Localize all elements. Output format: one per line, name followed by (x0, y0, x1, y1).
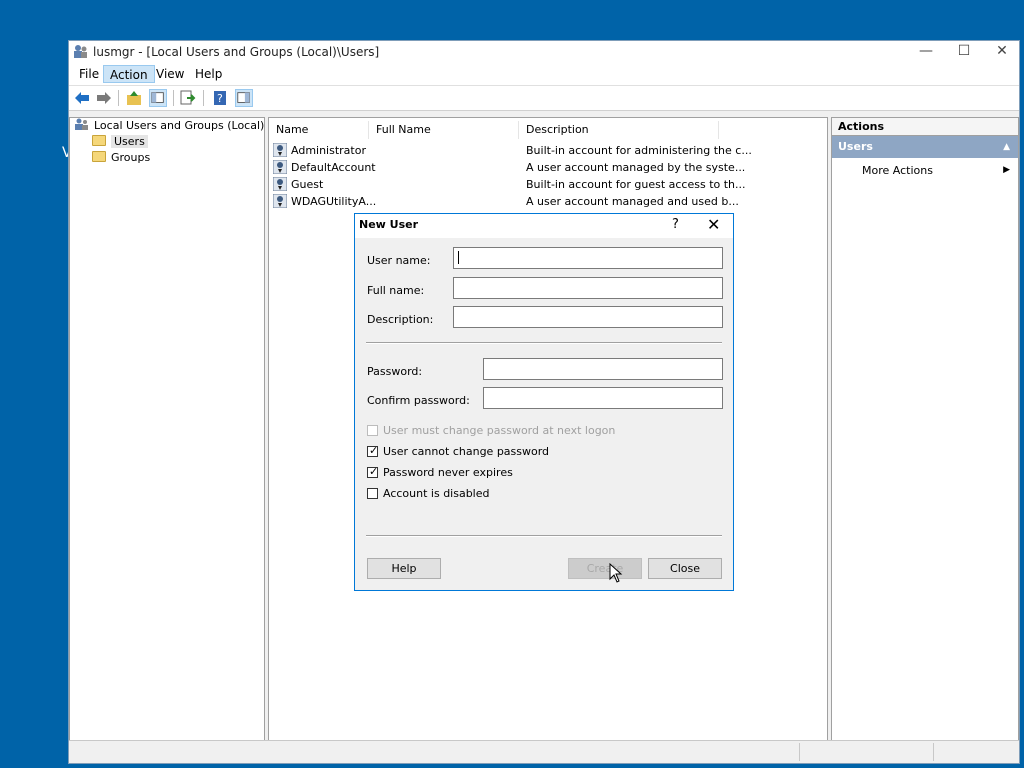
dialog-help-icon[interactable]: ? (672, 217, 679, 232)
column-header-description[interactable]: Description (519, 121, 719, 139)
user-name-label: User name: (367, 254, 431, 267)
show-hide-tree-icon[interactable] (149, 89, 167, 107)
window-title: lusmgr - [Local Users and Groups (Local)… (93, 45, 380, 59)
cell-description: A user account managed by the syste... (526, 161, 746, 174)
dialog-title: New User (359, 218, 419, 231)
dialog-title-bar: New User ? ✕ (355, 214, 733, 238)
checkbox-box[interactable]: ✓ (367, 444, 379, 457)
tree-item-groups[interactable]: Groups (92, 150, 150, 166)
password-input[interactable] (483, 358, 723, 380)
menu-bar: File Action View Help (69, 63, 1019, 86)
submenu-arrow-icon: ▶ (1003, 165, 1010, 175)
help-book-icon[interactable]: ? (211, 89, 229, 107)
cell-name: Guest (291, 178, 324, 191)
more-actions-label: More Actions (862, 164, 933, 177)
user-account-icon (273, 194, 287, 208)
column-header-full-name[interactable]: Full Name (369, 121, 519, 139)
actions-pane: Actions Users ▲ More Actions ▶ (831, 117, 1019, 741)
checkmark-icon: ✓ (369, 444, 379, 457)
more-actions-item[interactable]: More Actions (862, 162, 933, 180)
checkbox-cannot-change-password[interactable]: ✓ User cannot change password (367, 445, 549, 461)
toolbar-separator (203, 90, 204, 106)
checkbox-label: User must change password at next logon (383, 424, 616, 437)
checkbox-label: Account is disabled (383, 487, 490, 500)
tree-item-users-label: Users (111, 135, 148, 148)
collapse-up-icon[interactable]: ▲ (1003, 136, 1010, 158)
close-button[interactable]: Close (648, 558, 722, 579)
close-window-button[interactable]: ✕ (983, 41, 1021, 63)
folder-icon (92, 151, 106, 162)
checkmark-icon: ✓ (369, 465, 379, 478)
cell-description: A user account managed and used b... (526, 195, 739, 208)
table-row[interactable]: Administrator Built-in account for admin… (273, 142, 752, 159)
description-label: Description: (367, 313, 434, 326)
cell-description: Built-in account for administering the c… (526, 144, 752, 157)
menu-view[interactable]: View (150, 65, 190, 83)
full-name-input[interactable] (453, 277, 723, 299)
checkbox-account-disabled[interactable]: Account is disabled (367, 487, 490, 503)
help-button[interactable]: Help (367, 558, 441, 579)
menu-action[interactable]: Action (103, 65, 155, 83)
text-caret (458, 251, 459, 264)
forward-arrow-icon[interactable] (95, 89, 113, 107)
cell-description: Built-in account for guest access to th.… (526, 178, 746, 191)
toolbar-separator (173, 90, 174, 106)
tree-root-label: Local Users and Groups (Local) (94, 119, 265, 132)
checkbox-box (367, 425, 378, 436)
folder-icon (92, 135, 106, 146)
confirm-password-input[interactable] (483, 387, 723, 409)
divider (366, 342, 722, 344)
description-input[interactable] (453, 306, 723, 328)
tree-item-groups-label: Groups (111, 151, 151, 164)
actions-header: Actions (832, 118, 1018, 136)
user-account-icon (273, 177, 287, 191)
maximize-button[interactable]: ☐ (945, 41, 983, 63)
table-row[interactable]: Guest Built-in account for guest access … (273, 176, 746, 193)
confirm-password-label: Confirm password: (367, 394, 470, 407)
user-name-input[interactable] (453, 247, 723, 269)
minimize-button[interactable]: — (907, 41, 945, 63)
table-row[interactable]: WDAGUtilityA... A user account managed a… (273, 193, 739, 210)
checkbox-box[interactable] (367, 488, 378, 499)
dialog-close-icon[interactable]: ✕ (707, 215, 720, 234)
status-divider (799, 743, 800, 761)
checkbox-must-change-password: User must change password at next logon (367, 424, 615, 440)
table-row[interactable]: DefaultAccount A user account managed by… (273, 159, 745, 176)
cell-name: WDAGUtilityA... (291, 195, 377, 208)
column-header-name[interactable]: Name (269, 121, 369, 139)
title-bar: lusmgr - [Local Users and Groups (Local)… (69, 41, 1019, 63)
tree-root[interactable]: Local Users and Groups (Local) (74, 118, 264, 134)
users-groups-icon (75, 118, 88, 130)
mouse-cursor-icon (609, 563, 623, 583)
user-account-icon (273, 143, 287, 157)
user-account-icon (273, 160, 287, 174)
checkbox-label: Password never expires (383, 466, 513, 479)
checkbox-label: User cannot change password (383, 445, 550, 458)
cell-name: Administrator (291, 144, 366, 157)
password-label: Password: (367, 365, 423, 378)
new-user-dialog: New User ? ✕ User name: Full name: Descr… (354, 213, 734, 591)
menu-help[interactable]: Help (189, 65, 228, 83)
checkbox-box[interactable]: ✓ (367, 465, 379, 478)
full-name-label: Full name: (367, 284, 425, 297)
divider (366, 535, 722, 537)
show-hide-action-pane-icon[interactable] (235, 89, 253, 107)
actions-section-users[interactable]: Users ▲ (832, 136, 1018, 158)
status-bar (69, 740, 1019, 763)
tree-pane: Local Users and Groups (Local) Users Gro… (69, 117, 265, 741)
back-arrow-icon[interactable] (73, 89, 91, 107)
export-list-icon[interactable] (179, 89, 197, 107)
actions-section-label: Users (838, 140, 873, 153)
status-divider (933, 743, 934, 761)
menu-file[interactable]: File (73, 65, 105, 83)
toolbar-separator (118, 90, 119, 106)
tree-item-users[interactable]: Users (92, 134, 148, 150)
svg-text:?: ? (217, 92, 223, 105)
up-folder-icon[interactable] (125, 89, 143, 107)
create-button[interactable]: Create (568, 558, 642, 579)
cell-name: DefaultAccount (291, 161, 376, 174)
checkbox-password-never-expires[interactable]: ✓ Password never expires (367, 466, 513, 482)
users-app-icon (74, 45, 87, 58)
toolbar: ? (69, 86, 1019, 111)
